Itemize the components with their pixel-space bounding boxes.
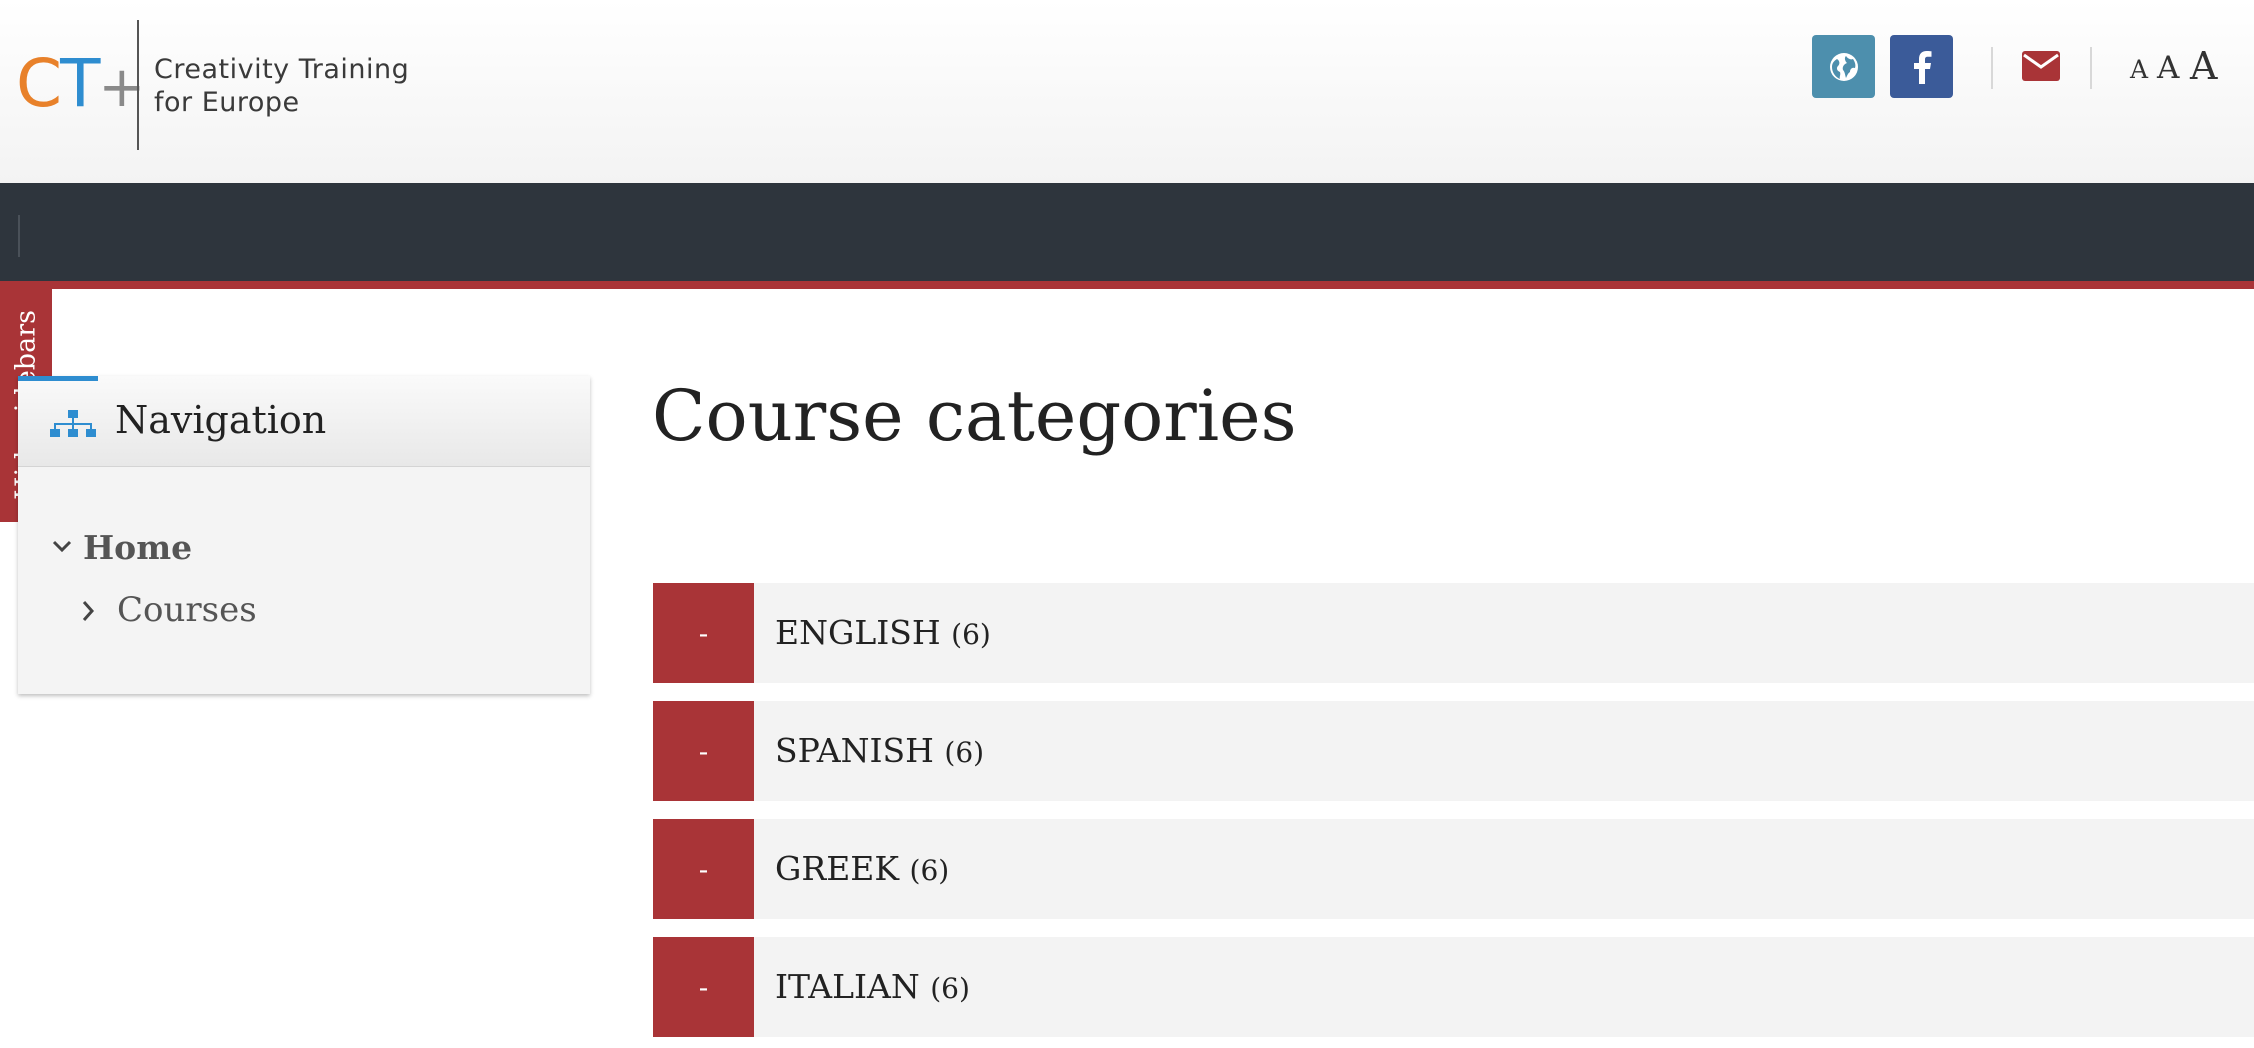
- nav-item-courses-label[interactable]: Courses: [117, 590, 257, 630]
- font-size-medium[interactable]: A: [2157, 50, 2179, 86]
- category-row[interactable]: - ENGLISH (6): [653, 583, 2254, 683]
- category-name[interactable]: ENGLISH: [775, 613, 941, 652]
- logo-divider: [137, 20, 139, 150]
- category-count: (6): [909, 854, 950, 887]
- category-name[interactable]: ITALIAN: [775, 967, 920, 1006]
- category-name[interactable]: GREEK: [775, 849, 899, 888]
- collapse-toggle-button[interactable]: -: [653, 701, 754, 801]
- language-button[interactable]: [1812, 35, 1875, 98]
- category-label[interactable]: GREEK (6): [775, 849, 949, 888]
- font-size-small[interactable]: A: [2130, 55, 2148, 84]
- logo-text-line1: Creativity Training: [154, 54, 410, 85]
- page-title: Course categories: [652, 375, 1297, 457]
- globe-icon: [1829, 52, 1858, 81]
- facebook-icon: [1913, 50, 1931, 84]
- mail-icon[interactable]: [2022, 51, 2060, 81]
- navigation-title: Navigation: [115, 398, 327, 442]
- category-label[interactable]: ENGLISH (6): [775, 613, 991, 652]
- category-count: (6): [951, 618, 991, 651]
- sitemap-icon: [50, 410, 96, 437]
- logo-text-line2: for Europe: [154, 87, 300, 118]
- category-label[interactable]: SPANISH (6): [775, 731, 984, 770]
- accent-line: [0, 281, 2254, 289]
- font-size-large[interactable]: A: [2190, 44, 2217, 88]
- navigation-block: Navigation Home Courses: [18, 376, 590, 694]
- category-name[interactable]: SPANISH: [775, 731, 934, 770]
- navigation-header-accent: [18, 376, 98, 381]
- chevron-right-icon[interactable]: [81, 600, 95, 622]
- collapse-toggle-button[interactable]: -: [653, 937, 754, 1037]
- logo-text: Creativity Training for Europe: [154, 53, 409, 119]
- site-header: CT+ Creativity Training for Europe A A A: [0, 0, 2254, 183]
- category-count: (6): [930, 972, 970, 1005]
- nav-item-home-label[interactable]: Home: [83, 528, 192, 567]
- navbar-separator: [18, 215, 20, 257]
- category-row[interactable]: - ITALIAN (6): [653, 937, 2254, 1037]
- facebook-button[interactable]: [1890, 35, 1953, 98]
- collapse-toggle-button[interactable]: -: [653, 819, 754, 919]
- category-row[interactable]: - GREEK (6): [653, 819, 2254, 919]
- header-separator: [1991, 47, 1993, 89]
- category-label[interactable]: ITALIAN (6): [775, 967, 970, 1006]
- header-separator: [2090, 47, 2092, 89]
- navigation-header[interactable]: Navigation: [18, 376, 590, 467]
- site-logo[interactable]: CT+: [16, 51, 145, 120]
- main-navbar: [0, 183, 2254, 281]
- category-count: (6): [944, 736, 985, 769]
- collapse-toggle-button[interactable]: -: [653, 583, 754, 683]
- chevron-down-icon[interactable]: [52, 540, 72, 554]
- category-row[interactable]: - SPANISH (6): [653, 701, 2254, 801]
